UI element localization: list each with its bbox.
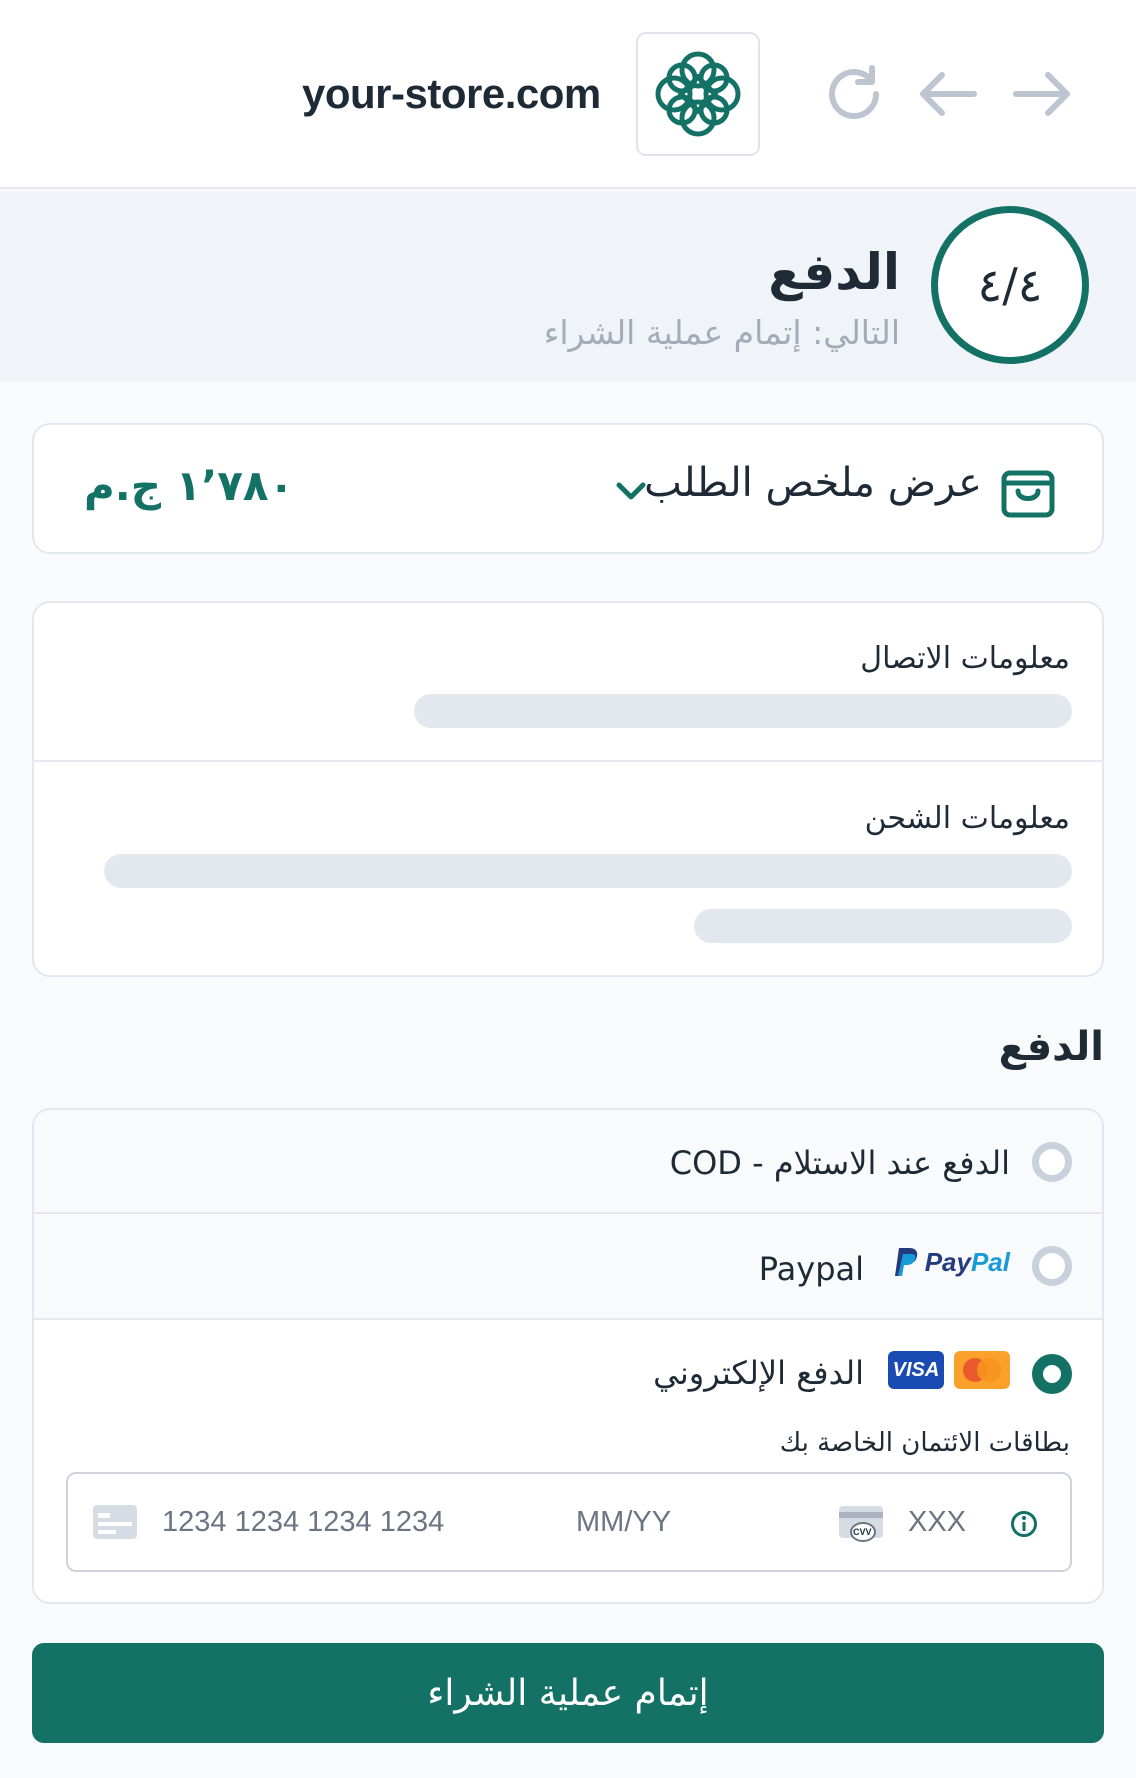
customer-info-card: معلومات الاتصال معلومات الشحن <box>32 601 1104 977</box>
card-number-field[interactable]: 1234 1234 1234 1234 <box>162 1506 444 1539</box>
shipping-info-placeholder-line1 <box>104 854 1072 888</box>
card-details-input[interactable]: 1234 1234 1234 1234 MM/YY CVV XXX <box>66 1472 1072 1572</box>
expiry-field[interactable]: MM/YY <box>576 1506 671 1539</box>
payment-option-card-label: الدفع الإلكتروني <box>653 1354 864 1392</box>
step-title: الدفع <box>768 243 900 301</box>
cvv-card-icon: CVV <box>838 1504 886 1544</box>
payment-option-cod[interactable]: الدفع عند الاستلام - COD <box>34 1110 1102 1214</box>
mastercard-icon <box>954 1351 1010 1389</box>
knot-logo-icon <box>655 51 741 137</box>
order-total: ١٬٧٨٠ ج.م <box>84 461 295 510</box>
payment-option-paypal[interactable]: PayPal Paypal <box>34 1214 1102 1320</box>
paypal-icon <box>894 1248 917 1276</box>
store-domain: your-store.com <box>302 70 601 117</box>
paypal-brand-text: PayPal <box>924 1246 1010 1277</box>
credit-card-icon <box>93 1505 137 1539</box>
radio-card[interactable] <box>1032 1354 1072 1394</box>
payment-section-title: الدفع <box>998 1024 1104 1070</box>
cvc-field[interactable]: XXX <box>908 1506 966 1539</box>
payment-option-cod-label: الدفع عند الاستلام - COD <box>669 1144 1010 1182</box>
complete-purchase-button[interactable]: إتمام عملية الشراء <box>32 1643 1104 1743</box>
cards-hint: بطاقات الائتمان الخاصة بك <box>779 1428 1070 1458</box>
reload-icon[interactable] <box>818 58 890 130</box>
order-summary-label: عرض ملخص الطلب <box>644 460 982 506</box>
info-icon[interactable] <box>1010 1510 1038 1538</box>
payment-option-card[interactable]: VISA الدفع الإلكتروني بطاقات الائتمان ال… <box>34 1320 1102 1602</box>
forward-arrow-icon[interactable] <box>1006 58 1078 130</box>
paypal-logo: PayPal <box>893 1246 1010 1278</box>
order-summary-toggle[interactable]: عرض ملخص الطلب ١٬٧٨٠ ج.م <box>32 423 1104 554</box>
step-progress-circle: ٤/٤ <box>931 206 1089 364</box>
step-progress-text: ٤/٤ <box>977 258 1043 312</box>
payment-methods-card: الدفع عند الاستلام - COD PayPal Paypal V… <box>32 1108 1104 1604</box>
browser-bar: your-store.com <box>0 0 1136 189</box>
radio-cod[interactable] <box>1032 1142 1072 1182</box>
info-divider <box>34 760 1102 762</box>
contact-info-title: معلومات الاتصال <box>860 641 1070 676</box>
next-step-label: التالي: إتمام عملية الشراء <box>543 313 900 352</box>
cvv-icon-text: CVV <box>853 1527 872 1537</box>
shipping-info-placeholder-line2 <box>694 909 1072 943</box>
payment-option-paypal-label: Paypal <box>758 1250 864 1288</box>
shopping-bag-icon <box>1001 470 1055 518</box>
store-logo <box>636 32 760 156</box>
contact-info-placeholder <box>414 694 1072 728</box>
radio-paypal[interactable] <box>1032 1246 1072 1286</box>
checkout-page: your-store.com الدفع التالي: إتمام عملية… <box>0 0 1136 1778</box>
chevron-down-icon <box>616 482 646 500</box>
back-arrow-icon[interactable] <box>912 58 984 130</box>
visa-icon: VISA <box>888 1351 944 1389</box>
shipping-info-title: معلومات الشحن <box>864 801 1070 836</box>
